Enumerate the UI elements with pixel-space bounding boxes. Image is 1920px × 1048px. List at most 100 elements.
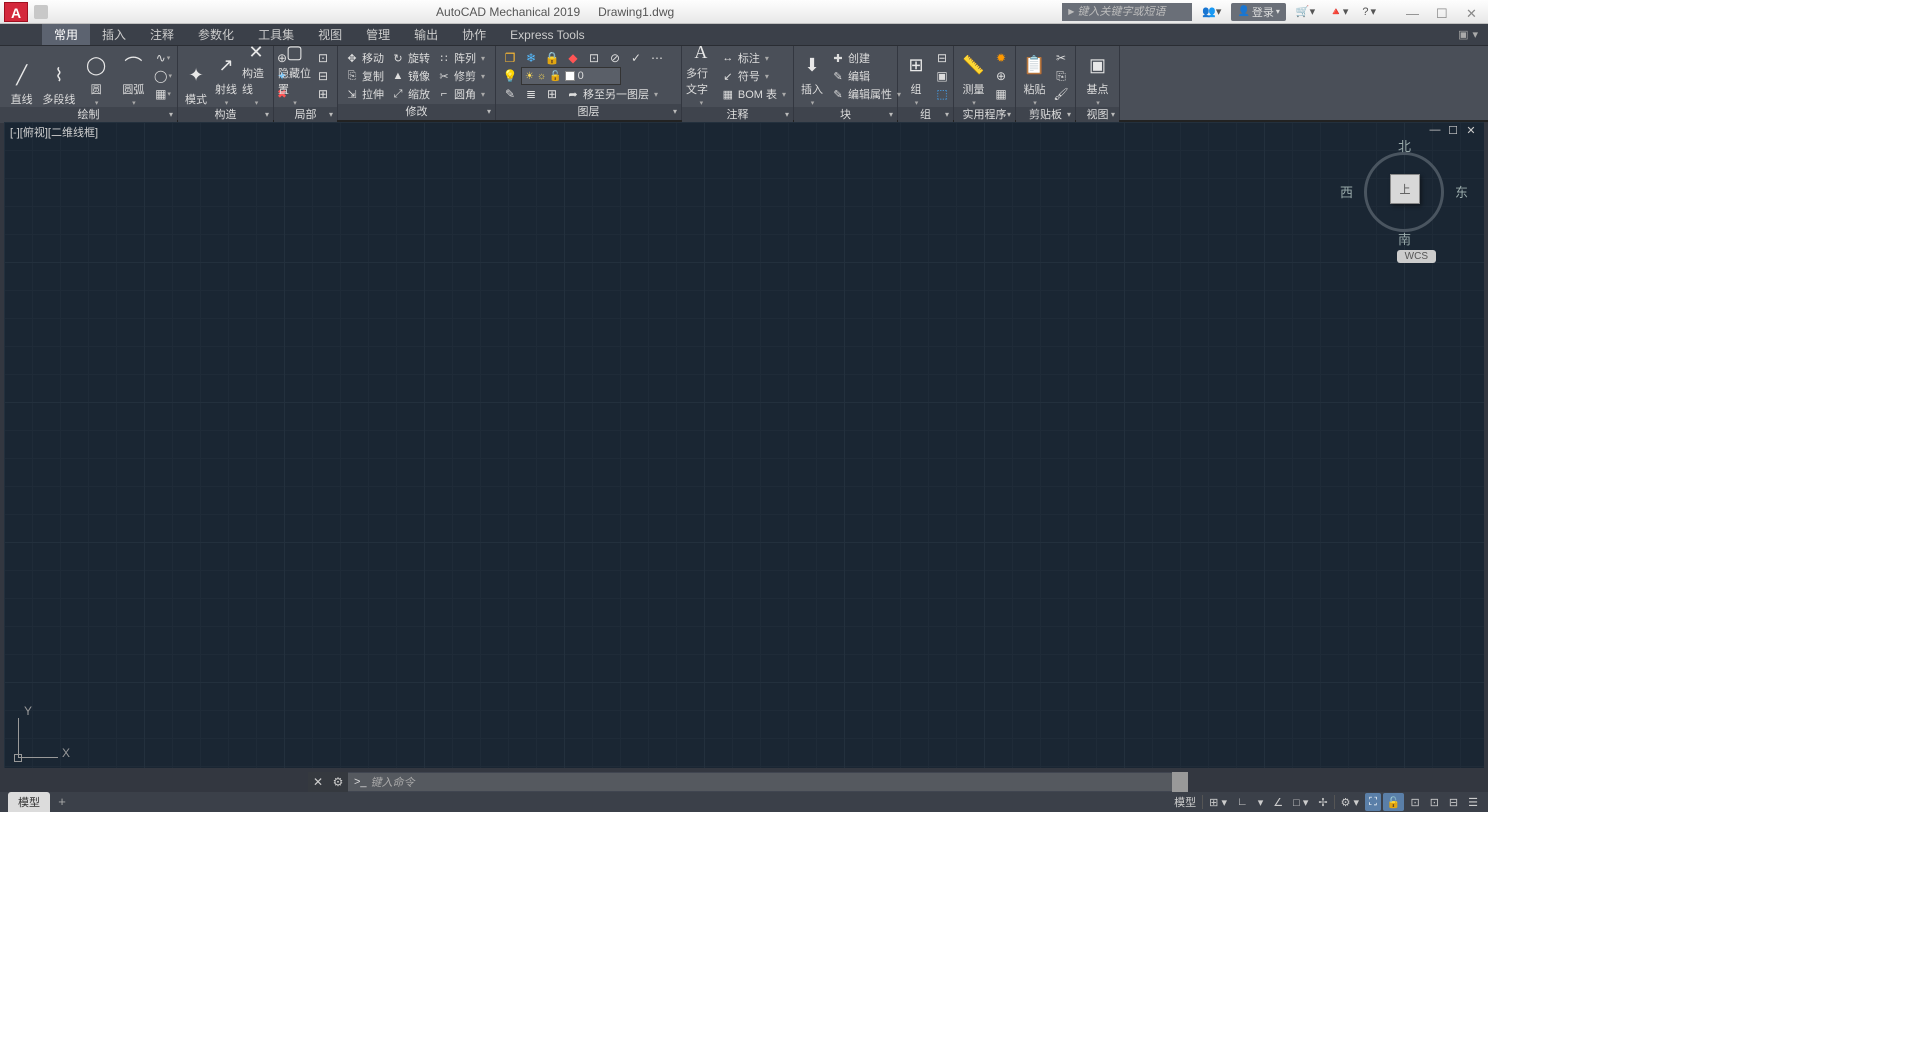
status-workspace[interactable]: ⚙ ▾ xyxy=(1337,793,1363,811)
status-annotation-toggle[interactable]: ⛶ xyxy=(1365,793,1381,811)
viewport-maximize-icon[interactable]: ☐ xyxy=(1446,124,1460,138)
measure-button[interactable]: 📏测量 xyxy=(958,49,989,107)
layer-tool-b[interactable]: ≣ xyxy=(521,85,541,103)
ellipse-button[interactable]: ◯ xyxy=(153,67,173,85)
panel-title-group[interactable]: 组 xyxy=(898,107,953,123)
trim-button[interactable]: ✂修剪 xyxy=(434,67,488,85)
status-osnap-toggle[interactable]: □ ▾ xyxy=(1289,793,1312,811)
drawing-canvas[interactable]: [-][俯视][二维线框] — ☐ ✕ Y X 上 北 南 东 西 WCS xyxy=(4,122,1484,768)
polyline-button[interactable]: ⌇多段线 xyxy=(41,49,76,107)
panel-title-draw[interactable]: 绘制 xyxy=(0,107,177,123)
scale-button[interactable]: ⤢缩放 xyxy=(388,85,433,103)
partial-tool-3[interactable]: ⊞ xyxy=(313,85,333,103)
panel-title-block[interactable]: 块 xyxy=(794,107,897,123)
edit-block-button[interactable]: ✎编辑 xyxy=(828,67,904,85)
status-clean-screen[interactable]: ☰ xyxy=(1464,793,1482,811)
base-view-button[interactable]: ▣基点 xyxy=(1080,49,1115,107)
view-cube[interactable]: 上 北 南 东 西 xyxy=(1354,142,1454,242)
panel-title-util[interactable]: 实用程序 xyxy=(954,107,1015,123)
mtext-button[interactable]: A多行文字 xyxy=(686,49,716,107)
matchprop-button[interactable]: 🖌 xyxy=(1051,85,1071,103)
tab-insert[interactable]: 插入 xyxy=(90,24,138,45)
tab-output[interactable]: 输出 xyxy=(402,24,450,45)
hide-position-button[interactable]: ▢隐藏位置 xyxy=(278,49,311,107)
layer-iso-button[interactable]: ⊡ xyxy=(584,49,604,67)
rotate-button[interactable]: ↻旋转 xyxy=(388,49,433,67)
status-annotation-scale[interactable]: 🔓 xyxy=(1383,793,1405,811)
panel-title-view[interactable]: 视图 xyxy=(1076,107,1119,123)
group-button[interactable]: ⊞组 xyxy=(902,49,930,107)
hatch-button[interactable]: ▦ xyxy=(153,85,173,103)
status-model-button[interactable]: 模型 xyxy=(1170,793,1200,811)
partial-tool-1[interactable]: ⊡ xyxy=(313,49,333,67)
featured-apps-icon[interactable]: ▣ xyxy=(1458,28,1468,41)
layer-match-button[interactable]: ✎ xyxy=(500,85,520,103)
viewport-minimize-icon[interactable]: — xyxy=(1428,124,1442,138)
ungroup-button[interactable]: ⊟ xyxy=(932,49,952,67)
panel-title-annotate[interactable]: 注释 xyxy=(682,107,793,123)
status-isolate[interactable]: ⊡ xyxy=(1426,793,1443,811)
circle-button[interactable]: ◯圆 xyxy=(79,49,114,107)
layer-lock-button[interactable]: 🔒 xyxy=(542,49,562,67)
stretch-button[interactable]: ⇲拉伸 xyxy=(342,85,387,103)
status-ortho-toggle[interactable]: ▾ xyxy=(1254,793,1268,811)
move-to-layer-button[interactable]: ➦移至另一图层 xyxy=(563,85,661,103)
layer-freeze-button[interactable]: ❄ xyxy=(521,49,541,67)
viewport-close-icon[interactable]: ✕ xyxy=(1464,124,1478,138)
status-units[interactable]: ⊡ xyxy=(1406,793,1423,811)
status-grid-toggle[interactable]: ⊞ ▾ xyxy=(1205,793,1231,811)
group-edit-button[interactable]: ▣ xyxy=(932,67,952,85)
mode-button[interactable]: ✦模式 xyxy=(182,49,210,107)
wcs-badge[interactable]: WCS xyxy=(1397,250,1436,263)
close-button[interactable]: ✕ xyxy=(1466,6,1478,18)
layer-more-button[interactable]: ⋯ xyxy=(647,49,667,67)
paste-button[interactable]: 📋粘贴 xyxy=(1020,49,1049,107)
array-button[interactable]: ∷阵列 xyxy=(434,49,488,67)
add-layout-button[interactable]: + xyxy=(53,794,71,810)
xline-button[interactable]: ✕构造线 xyxy=(242,49,270,107)
dimension-button[interactable]: ↔标注 xyxy=(718,49,789,67)
viewcube-top-face[interactable]: 上 xyxy=(1390,174,1420,204)
util-3[interactable]: ▦ xyxy=(991,85,1011,103)
infocenter-button[interactable]: 👥▾ xyxy=(1198,3,1225,20)
cmdline-close-button[interactable]: ✕ xyxy=(308,772,328,792)
util-1[interactable]: ✹ xyxy=(991,49,1011,67)
copy-clip-button[interactable]: ⎘ xyxy=(1051,67,1071,85)
mirror-button[interactable]: ▲镜像 xyxy=(388,67,433,85)
panel-title-modify[interactable]: 修改 xyxy=(338,104,495,120)
command-line[interactable]: ✕ ⚙ >_ 键入命令 xyxy=(308,772,1178,792)
exchange-apps-button[interactable]: 🛒▾ xyxy=(1292,3,1319,20)
ray-button[interactable]: ↗射线 xyxy=(212,49,240,107)
cmdline-options-button[interactable]: ⚙ xyxy=(328,772,348,792)
viewport-label[interactable]: [-][俯视][二维线框] xyxy=(10,124,98,140)
stay-connected-button[interactable]: 🔺▾ xyxy=(1325,3,1352,20)
viewcube-east[interactable]: 东 xyxy=(1455,182,1468,201)
layer-prop-button[interactable]: ❐ xyxy=(500,49,520,67)
ribbon-minimize-icon[interactable]: ▾ xyxy=(1472,28,1478,41)
command-input[interactable]: >_ 键入命令 xyxy=(348,773,1178,791)
tab-express[interactable]: Express Tools xyxy=(498,24,596,45)
viewcube-north[interactable]: 北 xyxy=(1398,136,1411,155)
qat-item[interactable] xyxy=(34,5,48,19)
edit-attr-button[interactable]: ✎编辑属性 xyxy=(828,85,904,103)
cmdline-scroll-up[interactable] xyxy=(1172,772,1188,792)
tab-collab[interactable]: 协作 xyxy=(450,24,498,45)
panel-title-construct[interactable]: 构造 xyxy=(178,107,273,123)
layer-combo[interactable]: ☀ ☼ 🔓 0 xyxy=(521,67,621,85)
panel-title-clipboard[interactable]: 剪贴板 xyxy=(1016,107,1075,123)
viewcube-south[interactable]: 南 xyxy=(1398,229,1411,248)
status-snap-toggle[interactable]: ∟ xyxy=(1233,793,1252,811)
tab-manage[interactable]: 管理 xyxy=(354,24,402,45)
status-hardware-accel[interactable]: ⊟ xyxy=(1445,793,1462,811)
layer-color-button[interactable]: ◆ xyxy=(563,49,583,67)
minimize-button[interactable]: — xyxy=(1406,6,1418,18)
move-button[interactable]: ✥移动 xyxy=(342,49,387,67)
status-polar-toggle[interactable]: ∠ xyxy=(1269,793,1287,811)
bom-button[interactable]: ▦BOM 表 xyxy=(718,85,789,103)
leader-button[interactable]: ↙符号 xyxy=(718,67,789,85)
line-button[interactable]: ╱直线 xyxy=(4,49,39,107)
signin-button[interactable]: 登录▾ xyxy=(1231,3,1285,21)
app-menu-button[interactable]: A xyxy=(4,2,28,22)
fillet-button[interactable]: ⌐圆角 xyxy=(434,85,488,103)
insert-block-button[interactable]: ⬇插入 xyxy=(798,49,826,107)
